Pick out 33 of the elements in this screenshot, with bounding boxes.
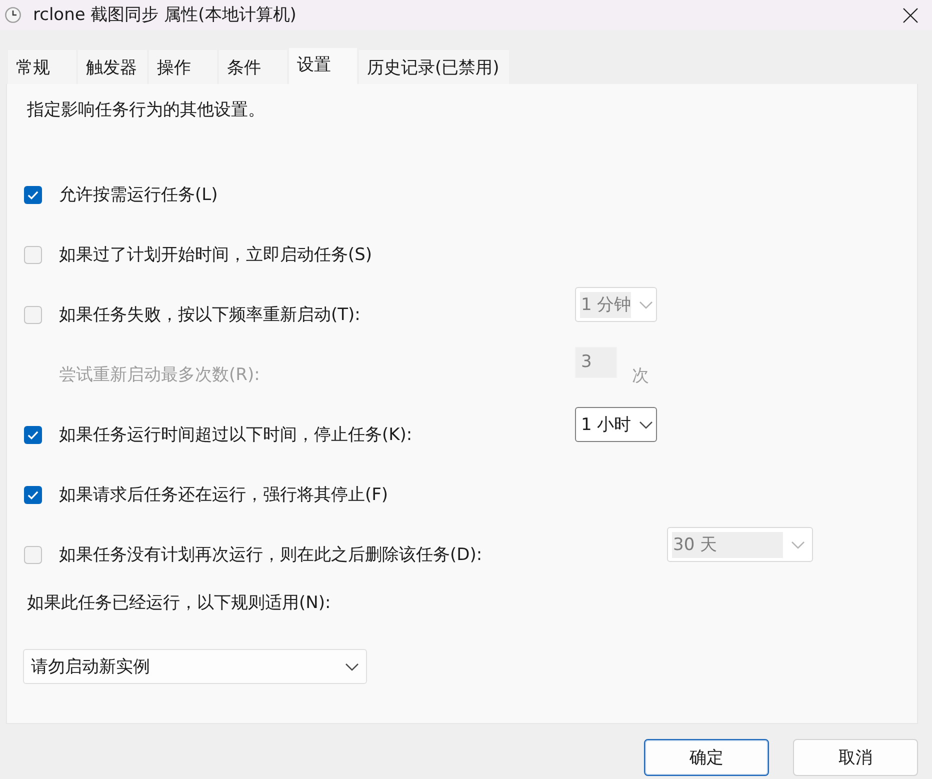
cancel-button[interactable]: 取消 <box>793 739 918 776</box>
checkbox-label[interactable]: 如果过了计划开始时间，立即启动任务(S) <box>59 244 372 266</box>
checkbox-label[interactable]: 如果任务失败，按以下频率重新启动(T): <box>59 304 360 326</box>
tab[interactable]: 常规 <box>8 50 76 84</box>
chevron-down-icon <box>639 420 654 428</box>
unit-label: 次 <box>632 365 649 387</box>
checkbox-label[interactable]: 如果任务没有计划再次运行，则在此之后删除该任务(D): <box>59 544 482 566</box>
clock-icon <box>5 7 21 23</box>
dropdown[interactable]: 1 小时 <box>575 407 657 442</box>
checkbox-label[interactable]: 允许按需运行任务(L) <box>59 184 218 206</box>
checkbox[interactable] <box>24 486 42 504</box>
window-title: rclone 截图同步 属性(本地计算机) <box>33 4 296 26</box>
checkbox[interactable] <box>24 186 42 204</box>
tab[interactable]: 操作 <box>149 50 217 84</box>
chevron-down-icon <box>345 662 359 670</box>
tab[interactable]: 设置 <box>289 48 357 84</box>
confirm-button[interactable]: 确定 <box>644 739 769 776</box>
checkbox[interactable] <box>24 246 42 264</box>
tab[interactable]: 触发器 <box>78 50 147 84</box>
rule-dropdown[interactable]: 请勿启动新实例 <box>23 649 367 684</box>
count-label: 尝试重新启动最多次数(R): <box>59 364 260 386</box>
checkbox[interactable] <box>24 306 42 324</box>
tab[interactable]: 历史记录(已禁用) <box>359 50 510 84</box>
checkbox[interactable] <box>24 546 42 564</box>
chevron-down-icon <box>639 300 654 308</box>
close-icon[interactable] <box>903 8 918 22</box>
rule-label: 如果此任务已经运行，以下规则适用(N): <box>27 592 332 614</box>
chevron-down-icon <box>791 540 805 548</box>
checkbox-label[interactable]: 如果请求后任务还在运行，强行将其停止(F) <box>59 484 388 506</box>
tab[interactable]: 条件 <box>219 50 287 84</box>
checkbox[interactable] <box>24 426 42 444</box>
checkbox-label[interactable]: 如果任务运行时间超过以下时间，停止任务(K): <box>59 424 412 446</box>
description-text: 指定影响任务行为的其他设置。 <box>27 99 266 121</box>
